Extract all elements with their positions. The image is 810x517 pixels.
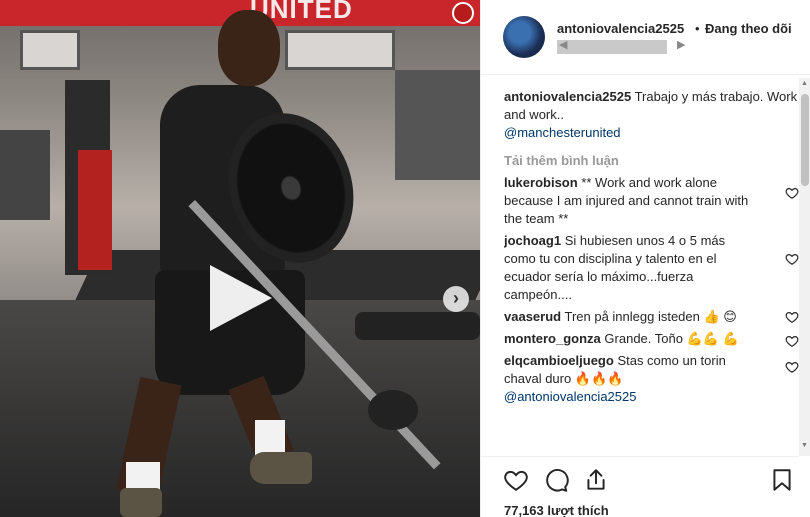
comment-username[interactable]: lukerobison <box>504 175 578 190</box>
comment-item: lukerobison ** Work and work alone becau… <box>504 174 799 228</box>
load-more-comments[interactable]: Tải thêm bình luận <box>504 152 799 174</box>
post-panel: antoniovalencia2525 • Đang theo dõi ◀ ▶ … <box>480 0 810 517</box>
athlete-shoe <box>250 452 312 484</box>
comment-like-icon[interactable] <box>785 252 799 266</box>
comment-item: jochoag1 Si hubiesen unos 4 o 5 más como… <box>504 232 799 304</box>
comment-emoji: 👍 😊 <box>703 309 737 324</box>
red-pad <box>78 150 112 270</box>
comment-text: Tren på innlegg isteden <box>564 309 700 324</box>
heart-icon[interactable] <box>503 467 529 493</box>
club-crest-icon <box>452 2 474 24</box>
background-window <box>285 30 395 70</box>
caption-mention[interactable]: @manchesterunited <box>504 125 621 140</box>
comment-username[interactable]: vaaserud <box>504 309 561 324</box>
athlete-sock <box>255 420 285 456</box>
comments-scrollbar[interactable]: ▲ ▼ <box>799 78 810 456</box>
background-window <box>20 30 80 70</box>
comment-username[interactable]: jochoag1 <box>504 233 561 248</box>
comment-text: Grande. Toño <box>604 331 683 346</box>
likes-count[interactable]: 77,163 lượt thích <box>504 503 609 517</box>
athlete-head <box>218 10 280 86</box>
action-bar: 77,163 lượt thích <box>481 456 799 517</box>
comment-like-icon[interactable] <box>785 360 799 374</box>
comment-emoji: 🔥🔥🔥 <box>574 371 624 386</box>
post-media[interactable]: UNITED › <box>0 0 480 517</box>
scroll-up-icon[interactable]: ▲ <box>801 80 808 87</box>
header-username[interactable]: antoniovalencia2525 <box>557 21 684 36</box>
location-scroll-right-icon[interactable]: ▶ <box>677 38 685 51</box>
scrollbar-thumb[interactable] <box>801 94 809 186</box>
post-header: antoniovalencia2525 • Đang theo dõi ◀ ▶ <box>481 0 810 75</box>
comment-item: vaaserud Tren på innlegg isteden 👍 😊 <box>504 308 799 326</box>
scroll-down-icon[interactable]: ▼ <box>801 442 808 449</box>
comments-list: antoniovalencia2525 Trabajo y más trabaj… <box>504 88 799 456</box>
location-scrollbar[interactable] <box>557 40 667 54</box>
comment-mention[interactable]: @antoniovalencia2525 <box>504 389 636 404</box>
comment-like-icon[interactable] <box>785 334 799 348</box>
comment-like-icon[interactable] <box>785 310 799 324</box>
next-media-button[interactable]: › <box>443 286 469 312</box>
caption: antoniovalencia2525 Trabajo y más trabaj… <box>504 88 799 142</box>
athlete-shoe <box>120 488 162 517</box>
comment-item: elqcambioeljuego Stas como un torin chav… <box>504 352 799 406</box>
comment-emoji: 💪💪 💪 <box>686 331 739 346</box>
gym-equipment <box>0 130 50 220</box>
comment-username[interactable]: elqcambioeljuego <box>504 353 614 368</box>
separator-dot: • <box>695 21 700 36</box>
caption-username[interactable]: antoniovalencia2525 <box>504 89 631 104</box>
dumbbell <box>368 390 418 430</box>
weight-bench <box>355 312 480 340</box>
location-scroll-left-icon[interactable]: ◀ <box>559 38 567 51</box>
bookmark-icon[interactable] <box>769 467 795 493</box>
avatar[interactable] <box>503 16 545 58</box>
gym-equipment <box>395 70 480 180</box>
play-icon[interactable] <box>210 265 272 331</box>
comment-like-icon[interactable] <box>785 186 799 200</box>
comment-icon[interactable] <box>543 467 569 493</box>
following-button[interactable]: Đang theo dõi <box>705 21 792 36</box>
comment-username[interactable]: montero_gonza <box>504 331 601 346</box>
share-icon[interactable] <box>583 467 609 493</box>
comment-item: montero_gonza Grande. Toño 💪💪 💪 <box>504 330 799 348</box>
